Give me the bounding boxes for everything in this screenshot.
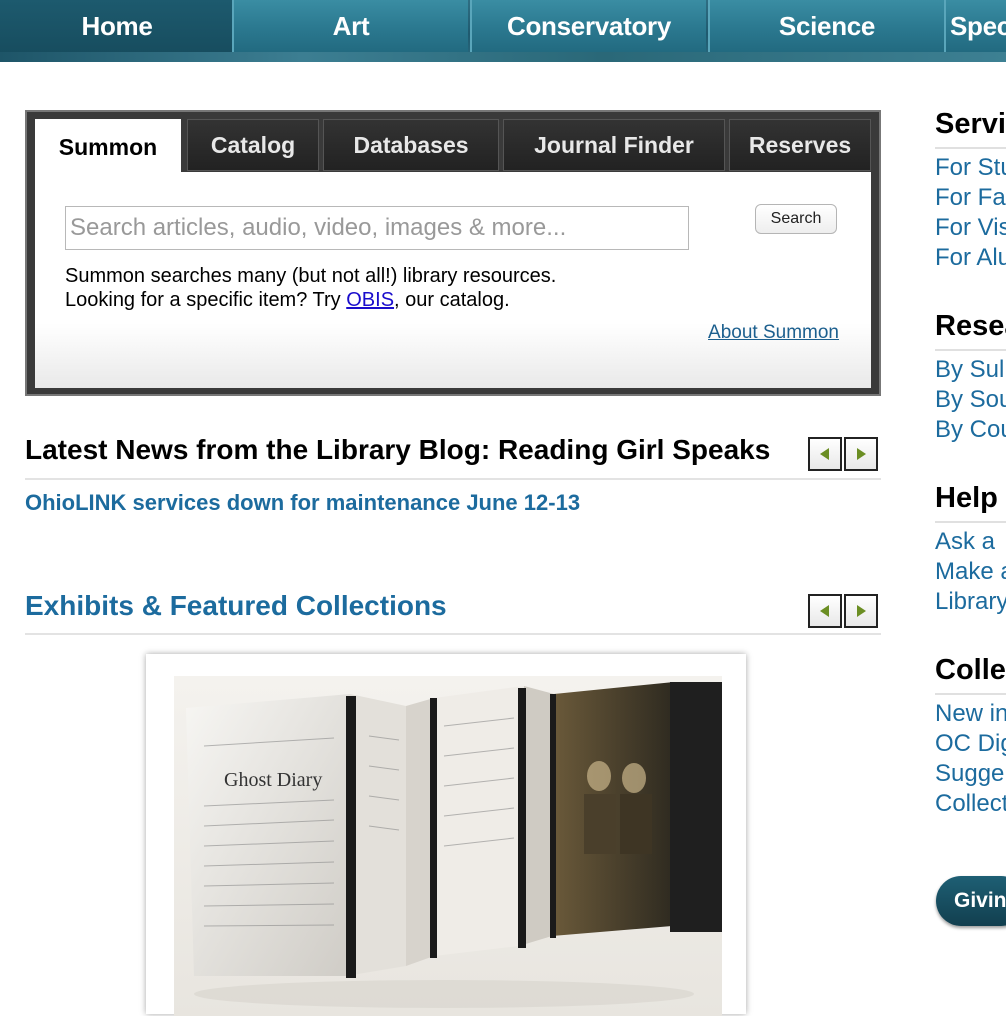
nav-conservatory[interactable]: Conservatory — [470, 0, 706, 52]
tab-databases-label: Databases — [353, 131, 469, 158]
sidebar-link-visitors[interactable]: For Vis — [935, 214, 1006, 242]
top-navigation: Home Art Conservatory Science Spec — [0, 0, 1006, 62]
sidebar-heading-research: Resea — [935, 310, 1006, 342]
about-summon-link[interactable]: About Summon — [708, 322, 839, 344]
tab-journal-finder[interactable]: Journal Finder — [503, 119, 725, 171]
nav-science[interactable]: Science — [708, 0, 944, 52]
sidebar-link-library[interactable]: Library — [935, 588, 1006, 616]
sidebar-heading-services: Servi — [935, 108, 1006, 140]
nav-science-label: Science — [778, 10, 876, 41]
sidebar-heading-help: Help — [935, 482, 998, 514]
nav-conservatory-label: Conservatory — [506, 10, 672, 41]
nav-art-label: Art — [332, 10, 370, 41]
sidebar-link-by-subject[interactable]: By Sul — [935, 356, 1006, 384]
tab-summon-label: Summon — [58, 133, 158, 160]
sidebar-link-by-course[interactable]: By Cou — [935, 416, 1006, 444]
sidebar-link-alumni[interactable]: For Alu — [935, 244, 1006, 272]
arrow-right-icon — [857, 448, 866, 460]
search-tabs: Summon Catalog Databases Journal Finder … — [35, 119, 871, 175]
news-arrows — [808, 437, 878, 471]
nav-bottom-strip — [0, 52, 1006, 62]
obis-link[interactable]: OBIS — [346, 289, 394, 311]
arrow-left-icon — [820, 448, 829, 460]
sidebar-link-oc-digital[interactable]: OC Dig — [935, 730, 1006, 758]
tab-reserves[interactable]: Reserves — [729, 119, 871, 171]
nav-art[interactable]: Art — [232, 0, 468, 52]
search-panel: Search Summon searches many (but not all… — [35, 172, 871, 388]
sidebar-link-new[interactable]: New in — [935, 700, 1006, 728]
search-button[interactable]: Search — [755, 204, 837, 234]
tab-summon[interactable]: Summon — [35, 119, 181, 175]
news-headline-link[interactable]: OhioLINK services down for maintenance J… — [25, 490, 580, 516]
accordion-book-photo: Ghost Diary — [174, 676, 722, 1016]
search-widget: Summon Catalog Databases Journal Finder … — [25, 110, 881, 396]
nav-home-label: Home — [81, 10, 153, 41]
sidebar-divider — [935, 521, 1006, 523]
sidebar-link-students[interactable]: For Stu — [935, 154, 1006, 182]
sidebar-link-suggest[interactable]: Sugge — [935, 760, 1006, 788]
featured-exhibit-image[interactable]: Ghost Diary — [146, 654, 746, 1016]
exhibits-arrows — [808, 594, 878, 628]
nav-special-label: Spec — [950, 10, 1006, 41]
sidebar-divider — [935, 147, 1006, 149]
nav-special[interactable]: Spec — [944, 0, 1006, 52]
giving-button[interactable]: Givin — [936, 876, 1006, 926]
news-section-title: Latest News from the Library Blog: Readi… — [25, 434, 771, 465]
search-help-line1: Summon searches many (but not all!) libr… — [65, 265, 557, 287]
exhibits-prev-button[interactable] — [808, 594, 842, 628]
news-next-button[interactable] — [844, 437, 878, 471]
search-input[interactable] — [65, 206, 689, 250]
exhibit-image-caption: Ghost Diary — [224, 769, 322, 791]
tab-databases[interactable]: Databases — [323, 119, 499, 171]
exhibits-section-title[interactable]: Exhibits & Featured Collections — [25, 590, 447, 622]
exhibits-next-button[interactable] — [844, 594, 878, 628]
arrow-left-icon — [820, 605, 829, 617]
tab-catalog-label: Catalog — [210, 131, 296, 158]
sidebar-heading-collections: Colle — [935, 654, 1006, 686]
sidebar-link-faculty[interactable]: For Fa — [935, 184, 1006, 212]
search-help-prefix: Looking for a specific item? Try — [65, 289, 347, 311]
tab-catalog[interactable]: Catalog — [187, 119, 319, 171]
sidebar-divider — [935, 693, 1006, 695]
news-prev-button[interactable] — [808, 437, 842, 471]
news-divider — [25, 478, 881, 480]
search-help-text: Summon searches many (but not all!) libr… — [65, 264, 556, 312]
nav-home[interactable]: Home — [0, 0, 234, 52]
arrow-right-icon — [857, 605, 866, 617]
search-help-line2: Looking for a specific item? Try OBIS, o… — [65, 288, 556, 312]
tab-journal-finder-label: Journal Finder — [534, 131, 694, 158]
sidebar-link-collection[interactable]: Collect — [935, 790, 1006, 818]
search-help-suffix: , our catalog. — [394, 289, 510, 311]
sidebar-link-by-source[interactable]: By Sou — [935, 386, 1006, 414]
exhibits-divider — [25, 633, 881, 635]
tab-reserves-label: Reserves — [748, 131, 852, 158]
sidebar-link-ask[interactable]: Ask a — [935, 528, 1006, 556]
sidebar-link-make[interactable]: Make a — [935, 558, 1006, 586]
sidebar-divider — [935, 349, 1006, 351]
